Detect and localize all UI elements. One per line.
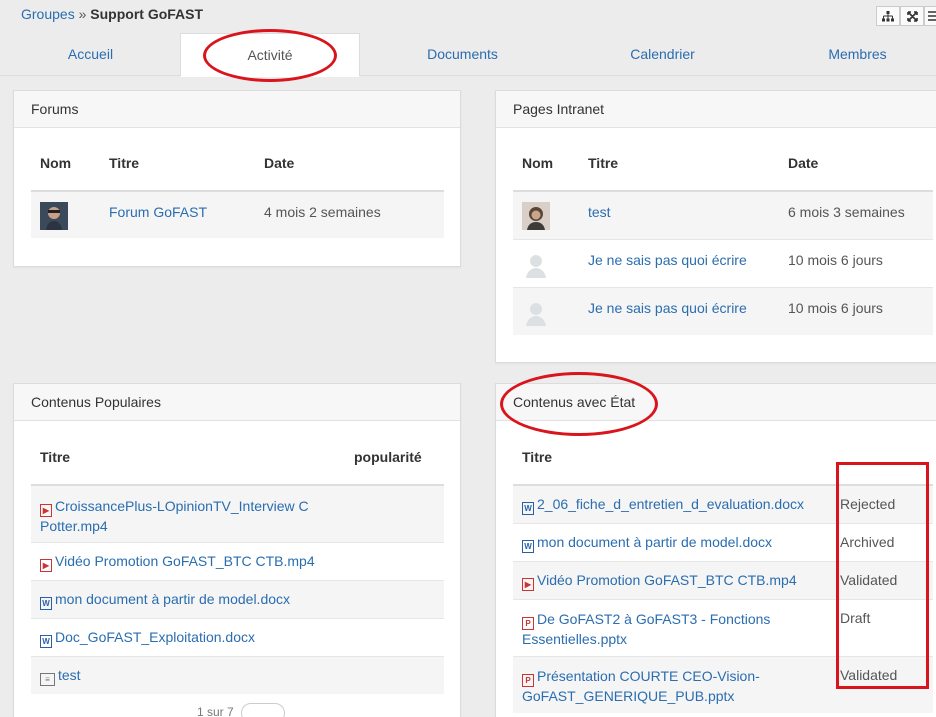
avatar[interactable]: [40, 202, 68, 230]
content-link[interactable]: Présentation COURTE CEO-Vision-: [537, 668, 760, 684]
table-row: test 6 mois 3 semaines: [513, 190, 933, 239]
content-link[interactable]: Vidéo Promotion GoFAST_BTC CTB.mp4: [55, 553, 315, 569]
table-row: Forum GoFAST 4 mois 2 semaines: [31, 190, 444, 238]
intranet-page-link[interactable]: test: [588, 204, 611, 220]
intranet-page-link[interactable]: Je ne sais pas quoi écrire: [588, 252, 747, 268]
intranet-panel: Pages Intranet Nom Titre Date test 6 moi…: [495, 90, 936, 363]
table-row: Je ne sais pas quoi écrire 10 mois 6 jou…: [513, 286, 933, 335]
content-link[interactable]: Doc_GoFAST_Exploitation.docx: [55, 629, 255, 645]
content-link-cont[interactable]: GoFAST_GENERIQUE_PUB.pptx: [522, 688, 734, 704]
col-header-name: Nom: [31, 135, 100, 192]
date-cell: 10 mois 6 jours: [779, 238, 933, 287]
forums-panel-title: Forums: [14, 91, 460, 128]
menu-icon[interactable]: [924, 6, 936, 26]
avatar-cell: [31, 190, 100, 238]
powerpoint-file-icon: P: [522, 616, 534, 630]
tab-accueil[interactable]: Accueil: [0, 33, 181, 76]
popular-contents-panel: Contenus Populaires Titre popularité ▶ Cr…: [13, 383, 461, 717]
annotation-box-status-column: [836, 462, 929, 689]
date-cell: 10 mois 6 jours: [779, 286, 933, 335]
default-avatar-icon[interactable]: [522, 298, 550, 326]
content-link[interactable]: mon document à partir de model.docx: [55, 591, 290, 607]
annotation-ellipse-state-title: [500, 372, 658, 436]
intranet-page-link[interactable]: Je ne sais pas quoi écrire: [588, 300, 747, 316]
pager-input[interactable]: [241, 703, 285, 717]
pager-label: 1 sur 7: [197, 705, 234, 717]
col-header-title: Titre: [579, 135, 779, 192]
video-file-icon: ▶: [522, 577, 534, 591]
video-file-icon: ▶: [40, 504, 52, 517]
col-header-popularity: popularité: [354, 429, 444, 486]
content-link[interactable]: CroissancePlus-LOpinionTV_Interview C: [55, 498, 309, 514]
content-link[interactable]: De GoFAST2 à GoFAST3 - Fonctions: [537, 611, 770, 627]
col-header-name: Nom: [513, 135, 579, 192]
tab-membres[interactable]: Membres: [765, 33, 936, 76]
col-header-title: Titre: [31, 429, 354, 486]
table-row: Wmon document à partir de model.docx: [31, 579, 444, 618]
video-file-icon: ▶: [40, 558, 52, 572]
table-row: Je ne sais pas quoi écrire 10 mois 6 jou…: [513, 238, 933, 287]
popular-table: Titre popularité ▶ CroissancePlus-LOpinio…: [31, 429, 444, 694]
col-header-date: Date: [255, 135, 444, 192]
intranet-panel-title: Pages Intranet: [496, 91, 936, 128]
word-file-icon: W: [40, 634, 52, 648]
content-link[interactable]: 2_06_fiche_d_entretien_d_evaluation.docx: [537, 496, 804, 512]
tab-documents[interactable]: Documents: [370, 33, 555, 76]
table-row: ≡ test: [31, 655, 444, 694]
intranet-table: Nom Titre Date test 6 mois 3 semaines Je…: [513, 135, 933, 335]
table-row: ▶ CroissancePlus-LOpinionTV_Interview C P…: [31, 484, 444, 542]
date-cell: 6 mois 3 semaines: [779, 190, 933, 239]
group-tabs: Accueil Activité Documents Calendrier Me…: [0, 33, 936, 77]
content-link-cont[interactable]: Potter.mp4: [40, 518, 108, 534]
breadcrumb-current: Support GoFAST: [90, 6, 204, 22]
default-avatar-icon[interactable]: [522, 250, 550, 278]
breadcrumb: Groupes » Support GoFAST: [21, 6, 203, 22]
breadcrumb-separator: »: [78, 6, 87, 22]
word-file-icon: W: [522, 539, 534, 553]
tab-calendrier[interactable]: Calendrier: [570, 33, 755, 76]
content-link-cont[interactable]: Essentielles.pptx: [522, 631, 627, 647]
forum-link[interactable]: Forum GoFAST: [109, 204, 207, 220]
avatar[interactable]: [522, 202, 550, 230]
table-row: W Doc_GoFAST_Exploitation.docx: [31, 617, 444, 656]
col-header-date: Date: [779, 135, 933, 192]
fullscreen-icon[interactable]: [900, 6, 924, 26]
content-link[interactable]: mon document à partir de model.docx: [537, 534, 772, 550]
col-header-title: Titre: [100, 135, 255, 192]
word-file-icon: W: [40, 596, 52, 610]
table-row: ▶ Vidéo Promotion GoFAST_BTC CTB.mp4: [31, 541, 444, 580]
date-cell: 4 mois 2 semaines: [255, 190, 444, 238]
annotation-ellipse-activite: [203, 29, 337, 82]
page-icon: ≡: [40, 672, 55, 686]
sitemap-icon[interactable]: [876, 6, 900, 26]
content-link[interactable]: test: [58, 667, 81, 683]
popular-panel-title: Contenus Populaires: [14, 384, 460, 421]
word-file-icon: W: [522, 502, 534, 515]
forums-table: Nom Titre Date Forum GoFAST 4 mois 2 sem…: [31, 135, 444, 238]
breadcrumb-groups-link[interactable]: Groupes: [21, 6, 75, 22]
content-link[interactable]: Vidéo Promotion GoFAST_BTC CTB.mp4: [537, 572, 797, 588]
view-toolbar: [876, 6, 936, 26]
forums-panel: Forums Nom Titre Date Forum GoFAST 4 moi…: [13, 90, 461, 267]
powerpoint-file-icon: P: [522, 673, 534, 687]
